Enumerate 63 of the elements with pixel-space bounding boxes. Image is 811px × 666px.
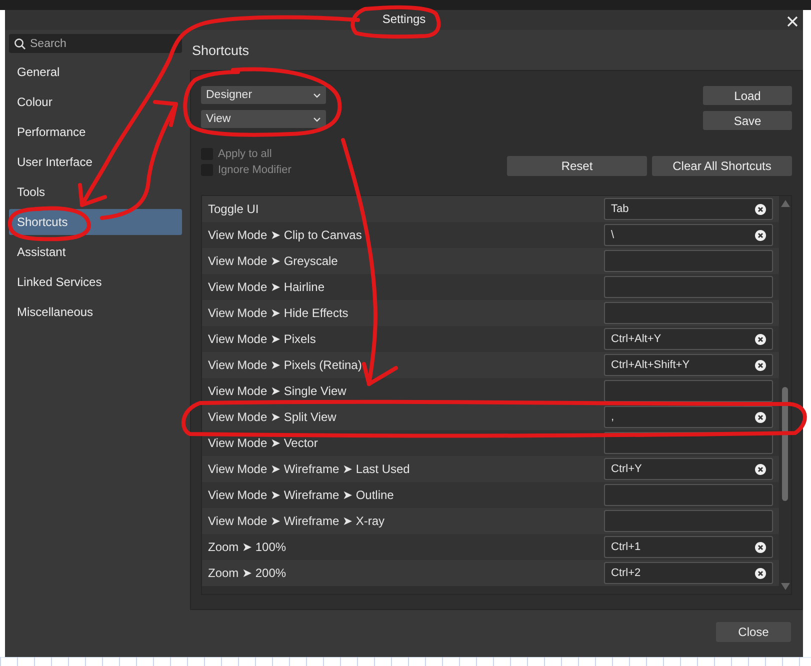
close-icon[interactable] xyxy=(787,16,798,27)
search-icon xyxy=(14,38,26,50)
shortcut-field[interactable]: Ctrl+2 xyxy=(604,562,773,584)
file-button[interactable]: Save xyxy=(703,111,792,130)
sidebar-item[interactable]: Performance xyxy=(9,119,182,145)
clear-icon[interactable] xyxy=(755,412,766,422)
section-title: Shortcuts xyxy=(191,42,250,60)
clear-icon[interactable] xyxy=(755,568,766,578)
sidebar-item[interactable]: User Interface xyxy=(9,149,182,175)
shortcut-name: View Mode ➤ Wireframe ➤ Last Used xyxy=(208,462,410,476)
sidebar-item[interactable]: General xyxy=(9,59,182,85)
shortcut-name: View Mode ➤ Wireframe ➤ Outline xyxy=(208,488,394,502)
sidebar-item[interactable]: Colour xyxy=(9,89,182,115)
action-button[interactable]: Reset xyxy=(507,156,647,176)
shortcut-name: View Mode ➤ Greyscale xyxy=(208,254,338,268)
shortcut-name: View Mode ➤ Pixels (Retina) xyxy=(208,358,362,372)
shortcut-name: View Mode ➤ Hairline xyxy=(208,280,324,294)
shortcut-name: Zoom ➤ 100% xyxy=(208,540,286,554)
clear-icon[interactable] xyxy=(755,334,766,344)
shortcut-field[interactable] xyxy=(604,510,773,532)
shortcut-name: View Mode ➤ Split View xyxy=(208,410,336,424)
dropdown[interactable]: View xyxy=(201,110,326,128)
shortcut-field[interactable]: , xyxy=(604,406,773,428)
clear-icon[interactable] xyxy=(755,230,766,240)
sidebar-item[interactable]: Linked Services xyxy=(9,269,182,295)
shortcut-name: Zoom ➤ 200% xyxy=(208,566,286,580)
shortcut-field[interactable]: Ctrl+Alt+Shift+Y xyxy=(604,354,773,376)
shortcut-field[interactable]: \ xyxy=(604,224,773,246)
shortcut-name: View Mode ➤ Pixels xyxy=(208,332,316,346)
shortcut-name: View Mode ➤ Vector xyxy=(208,436,318,450)
scroll-up-icon[interactable] xyxy=(780,200,790,207)
checkbox-label: Apply to all xyxy=(218,148,272,160)
shortcut-field[interactable] xyxy=(604,302,773,324)
shortcut-field[interactable] xyxy=(604,380,773,402)
sidebar-item[interactable]: Tools xyxy=(9,179,182,205)
shortcut-field[interactable]: Ctrl+1 xyxy=(604,536,773,558)
shortcut-name: View Mode ➤ Single View xyxy=(208,384,346,398)
shortcut-field[interactable]: Ctrl+Alt+Y xyxy=(604,328,773,350)
shortcut-name: Toggle UI xyxy=(208,202,259,216)
shortcut-field[interactable] xyxy=(604,250,773,272)
shortcut-field[interactable] xyxy=(604,484,773,506)
sidebar-item[interactable]: Miscellaneous xyxy=(9,299,182,325)
scroll-down-icon[interactable] xyxy=(780,583,790,590)
clear-icon[interactable] xyxy=(755,360,766,370)
clear-icon[interactable] xyxy=(755,464,766,474)
action-button[interactable]: Clear All Shortcuts xyxy=(652,156,792,176)
shortcut-field[interactable] xyxy=(604,276,773,298)
search-field[interactable]: Search xyxy=(9,34,182,53)
shortcut-name: View Mode ➤ Wireframe ➤ X-ray xyxy=(208,514,384,528)
shortcut-field[interactable]: Tab xyxy=(604,198,773,220)
checkbox-label: Ignore Modifier xyxy=(218,164,292,176)
clear-icon[interactable] xyxy=(755,542,766,552)
chevron-icon xyxy=(313,116,321,122)
chevron-icon xyxy=(313,92,321,98)
sidebar-item[interactable]: Assistant xyxy=(9,239,182,265)
close-button[interactable]: Close xyxy=(716,622,791,642)
window-title: Settings xyxy=(382,12,426,26)
clear-icon[interactable] xyxy=(755,204,766,214)
shortcut-name: View Mode ➤ Clip to Canvas xyxy=(208,228,362,242)
shortcut-field[interactable]: Ctrl+Y xyxy=(604,458,773,480)
file-button[interactable]: Load xyxy=(703,86,792,105)
dropdown[interactable]: Designer xyxy=(201,86,326,104)
shortcut-name: View Mode ➤ Hide Effects xyxy=(208,306,348,320)
